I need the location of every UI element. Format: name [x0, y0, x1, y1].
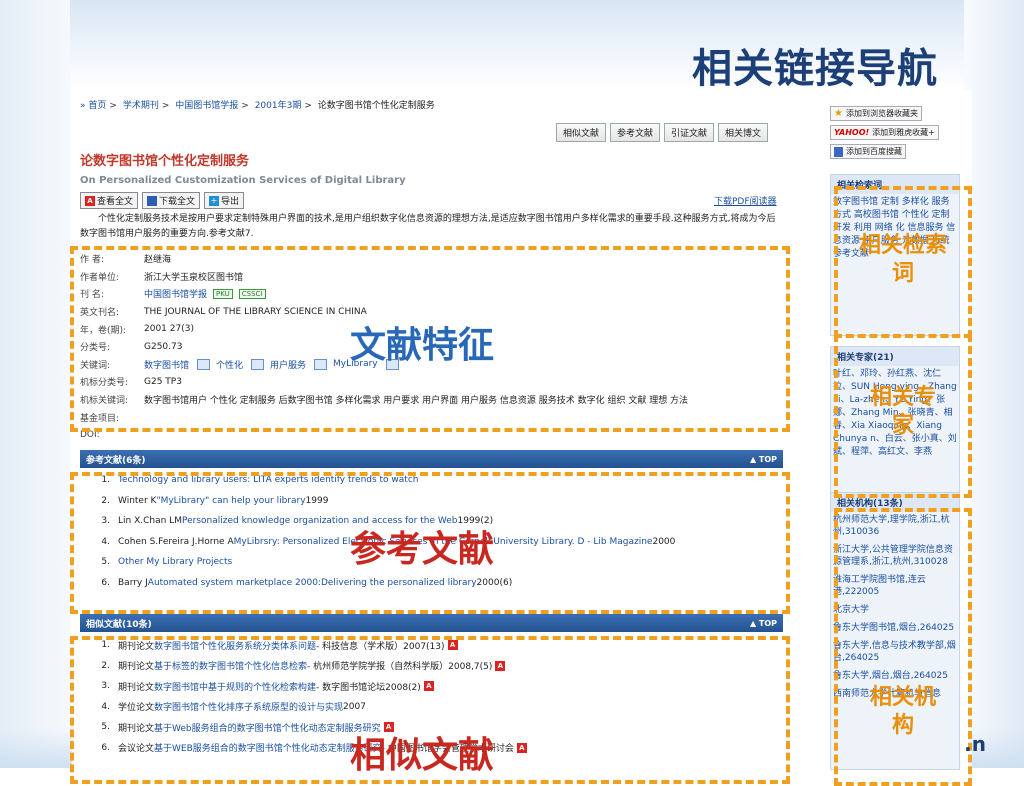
- tab-blogs[interactable]: 相关博文: [718, 123, 769, 142]
- abstract: 个性化定制服务技术是按用户要求定制特殊用户界面的技术,是用户组织数字化信息资源的…: [80, 214, 776, 239]
- references-header-label: 参考文献(6条): [86, 455, 146, 466]
- breadcrumb-journals[interactable]: 学术期刊: [123, 101, 159, 111]
- references-overlay-label: 参考文献: [350, 529, 495, 570]
- breadcrumb-current: 论数字图书馆个性化定制服务: [317, 101, 435, 111]
- pdf-icon: A: [85, 195, 95, 206]
- similar-header: 相似文献(10条) ▲ TOP: [80, 614, 783, 632]
- slide-title: 相关链接导航: [692, 46, 938, 92]
- breadcrumb-home[interactable]: 首页: [88, 101, 106, 111]
- view-fulltext-label: 查看全文: [97, 197, 134, 207]
- sidebar-bookmarks: ★ 添加到浏览器收藏夹 YAHOO! 添加到雅虎收藏+ 添加到百度搜藏: [830, 106, 970, 163]
- breadcrumb-journal[interactable]: 中国图书馆学报: [175, 101, 238, 111]
- save-icon: [147, 195, 158, 206]
- add-browser-favorite-button[interactable]: ★ 添加到浏览器收藏夹: [830, 106, 922, 121]
- yahoo-logo: YAHOO!: [834, 128, 870, 137]
- institutions-overlay-label: 相关机构: [869, 685, 936, 738]
- breadcrumb: » 首页 > 学术期刊 > 中国图书馆学报 > 2001年3期 > 论数字图书馆个性化定…: [80, 101, 435, 111]
- article-title-en: On Personalized Customization Services o…: [80, 175, 406, 186]
- experts-overlay-label: 相关专家: [869, 385, 936, 438]
- add-yahoo-button[interactable]: YAHOO! 添加到雅虎收藏+: [830, 125, 939, 140]
- similar-header-label: 相似文献(10条): [86, 619, 152, 630]
- terms-overlay-label: 相关检索词: [858, 233, 947, 286]
- article-actions: A 查看全文 下载全文 + 导出: [80, 192, 245, 209]
- back-to-top-link[interactable]: ▲ TOP: [750, 455, 777, 464]
- tab-references[interactable]: 参考文献: [610, 123, 661, 142]
- breadcrumb-icon: »: [80, 101, 86, 111]
- add-baidu-button[interactable]: 添加到百度搜藏: [830, 144, 906, 159]
- view-fulltext-button[interactable]: A 查看全文: [80, 192, 139, 209]
- features-overlay-label: 文献特征: [350, 325, 495, 366]
- add-browser-favorite-label: 添加到浏览器收藏夹: [845, 109, 918, 118]
- star-icon: ★: [834, 108, 843, 119]
- download-fulltext-label: 下载全文: [159, 197, 196, 207]
- references-header: 参考文献(6条) ▲ TOP: [80, 450, 783, 468]
- pdf-reader-link[interactable]: 下载PDF阅读器: [714, 194, 777, 207]
- article-title-cn: 论数字图书馆个性化定制服务: [80, 154, 250, 169]
- similar-overlay-label: 相似文献: [350, 735, 495, 776]
- plus-icon: +: [209, 195, 220, 206]
- related-tabs: 相似文献 参考文献 引证文献 相关博文: [556, 123, 769, 142]
- tab-citations[interactable]: 引证文献: [664, 123, 715, 142]
- footer-mark: .n: [964, 732, 986, 756]
- breadcrumb-issue[interactable]: 2001年3期: [255, 101, 302, 111]
- add-yahoo-label: 添加到雅虎收藏+: [872, 128, 935, 137]
- slide-background-right: [964, 0, 1024, 768]
- back-to-top-link[interactable]: ▲ TOP: [750, 619, 777, 628]
- export-button[interactable]: + 导出: [204, 192, 245, 209]
- tab-similar[interactable]: 相似文献: [556, 123, 607, 142]
- institutions-highlight-box: [834, 508, 972, 786]
- download-fulltext-button[interactable]: 下载全文: [142, 192, 201, 209]
- add-baidu-label: 添加到百度搜藏: [846, 147, 902, 156]
- slide-background-left: [0, 0, 70, 768]
- export-label: 导出: [221, 197, 240, 207]
- bookmark-icon: [834, 146, 843, 157]
